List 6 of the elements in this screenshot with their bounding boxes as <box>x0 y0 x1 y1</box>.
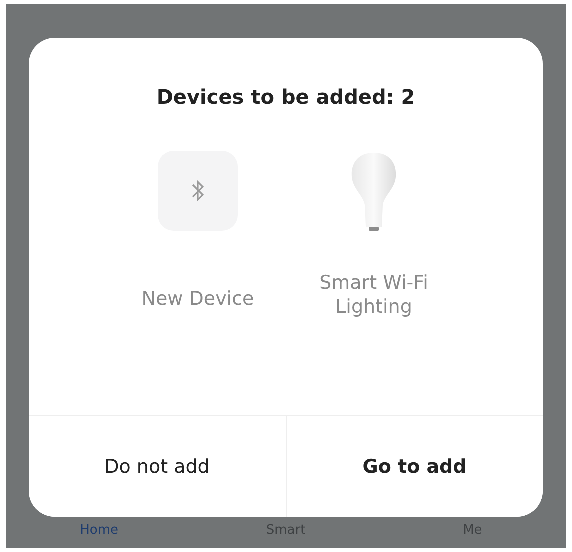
device-name: New Device <box>142 287 254 311</box>
bluetooth-icon <box>191 179 205 203</box>
dialog-title: Devices to be added: 2 <box>156 85 416 109</box>
tab[interactable]: Home <box>6 523 193 538</box>
device-name: Smart Wi-Fi Lighting <box>318 271 430 319</box>
add-button[interactable]: Go to add <box>286 416 543 517</box>
